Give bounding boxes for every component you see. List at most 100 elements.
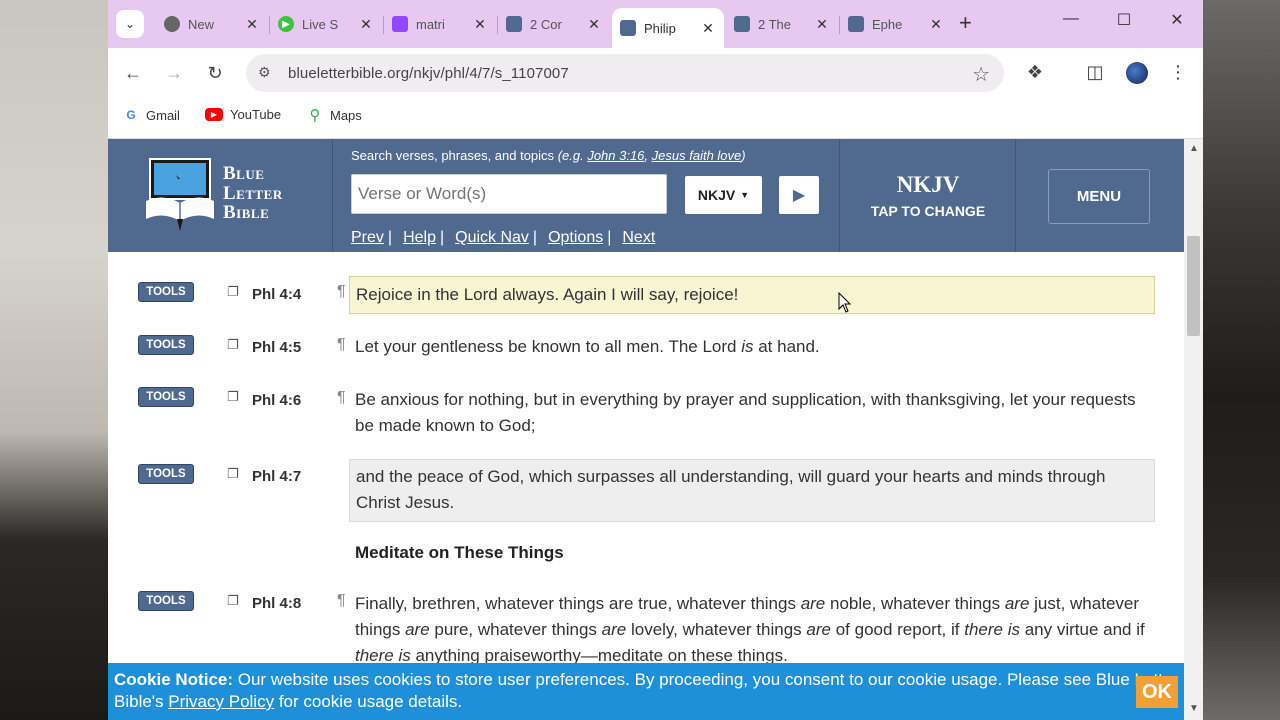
nav-divider: |: [607, 229, 612, 246]
background-left: [0, 0, 108, 720]
bookmark-star-icon[interactable]: ☆: [972, 62, 990, 87]
tab-title: New: [188, 16, 215, 32]
cookie-text: for cookie usage details.: [274, 692, 463, 711]
copy-icon[interactable]: ❐: [227, 337, 239, 353]
blb-icon: [734, 16, 750, 32]
scroll-up-arrow-icon[interactable]: ▲: [1189, 143, 1199, 154]
tab-title: 2 The: [758, 16, 792, 32]
version-changer[interactable]: NKJV TAP TO CHANGE: [839, 139, 1016, 252]
new-tab-plus-icon[interactable]: +: [959, 12, 972, 34]
verse-reference[interactable]: Phl 4:5: [252, 339, 301, 356]
copy-icon[interactable]: ❐: [227, 593, 239, 609]
address-bar[interactable]: ⚙ blueletterbible.org/nkjv/phl/4/7/s_110…: [246, 54, 1004, 92]
verse-reference[interactable]: Phl 4:7: [252, 468, 301, 485]
search-hint: Search verses, phrases, and topics (e.g.…: [351, 148, 746, 163]
maximize-icon[interactable]: ☐: [1110, 10, 1138, 30]
options-link[interactable]: Options: [548, 229, 603, 247]
copy-icon[interactable]: ❐: [227, 389, 239, 405]
example-link-jesus-faith-love[interactable]: Jesus faith love: [652, 148, 742, 163]
italic-word: are: [806, 620, 831, 639]
search-input[interactable]: [351, 174, 667, 214]
verse-text-span: Let your gentleness be known to all men.…: [355, 337, 742, 356]
tools-button[interactable]: TOOLS: [138, 591, 194, 611]
bookmark-label: Gmail: [146, 107, 180, 123]
close-window-icon[interactable]: ✕: [1163, 10, 1191, 30]
extensions-puzzle-icon[interactable]: ❖: [1023, 62, 1047, 83]
tab-new[interactable]: New ✕: [156, 8, 268, 40]
verse-text: Be anxious for nothing, but in everythin…: [349, 383, 1155, 443]
verse-list: TOOLS ❐ Phl 4:4 ¶ Rejoice in the Lord al…: [108, 252, 1184, 720]
close-icon[interactable]: ✕: [586, 16, 602, 33]
close-icon[interactable]: ✕: [472, 16, 488, 33]
bible-book-icon: [146, 158, 214, 231]
close-icon[interactable]: ✕: [928, 16, 944, 33]
verse-text-span: lovely, whatever things: [626, 620, 807, 639]
quick-nav-link[interactable]: Quick Nav: [455, 229, 529, 247]
search-go-button[interactable]: ▶: [779, 176, 819, 214]
web-page: Blue Letter Bible Search verses, phrases…: [108, 139, 1203, 720]
tab-title: Live S: [302, 16, 339, 32]
tools-button[interactable]: TOOLS: [138, 282, 194, 302]
help-link[interactable]: Help: [403, 229, 436, 247]
tab-title: Philip: [644, 20, 676, 36]
tab-live[interactable]: ▶ Live S ✕: [270, 8, 382, 40]
tools-label: TOOLS: [146, 468, 186, 480]
close-icon[interactable]: ✕: [244, 16, 260, 33]
site-info-icon[interactable]: ⚙: [258, 64, 271, 81]
close-icon[interactable]: ✕: [814, 16, 830, 33]
url-text: blueletterbible.org/nkjv/phl/4/7/s_11070…: [288, 65, 569, 82]
prev-link[interactable]: Prev: [351, 229, 384, 247]
tools-button[interactable]: TOOLS: [138, 464, 194, 484]
google-icon: G: [126, 108, 136, 122]
blb-icon: [848, 16, 864, 32]
reload-icon[interactable]: ↻: [203, 62, 227, 84]
tab-title: 2 Cor: [530, 16, 562, 32]
kebab-menu-icon[interactable]: ⋮: [1166, 62, 1190, 83]
logo-line: Blue: [223, 163, 265, 184]
bookmark-maps[interactable]: ⚲ Maps: [307, 107, 362, 124]
copy-icon[interactable]: ❐: [227, 284, 239, 300]
example-link-john[interactable]: John 3:16: [587, 148, 644, 163]
blb-logo[interactable]: Blue Letter Bible: [108, 139, 333, 252]
blb-icon: [620, 20, 636, 36]
scrollbar-thumb[interactable]: [1187, 236, 1200, 336]
close-icon[interactable]: ✕: [358, 16, 374, 33]
verse-reference[interactable]: Phl 4:4: [252, 286, 301, 303]
side-panel-icon[interactable]: ◫: [1083, 62, 1107, 83]
eg-separator: ,: [644, 148, 652, 163]
tab-ephesians[interactable]: Ephe ✕: [840, 8, 952, 40]
tab-philippians[interactable]: Philip ✕: [612, 8, 724, 48]
forward-arrow-icon[interactable]: →: [162, 62, 186, 84]
scroll-down-arrow-icon[interactable]: ▼: [1189, 703, 1199, 714]
minimize-icon[interactable]: —: [1057, 10, 1085, 28]
tab-2-thessalonians[interactable]: 2 The ✕: [726, 8, 838, 40]
version-select[interactable]: NKJV ▼: [685, 176, 762, 214]
verse-reference[interactable]: Phl 4:8: [252, 595, 301, 612]
tools-button[interactable]: TOOLS: [138, 387, 194, 407]
bookmark-youtube[interactable]: ▶ YouTube: [205, 107, 281, 122]
version-tap-label: TAP TO CHANGE: [870, 203, 986, 219]
bookmark-gmail[interactable]: G Gmail: [123, 107, 180, 123]
version-name: NKJV: [896, 172, 960, 197]
tab-search-button[interactable]: ⌄: [116, 10, 144, 38]
cookie-notice: Cookie Notice: Our website uses cookies …: [108, 663, 1184, 720]
menu-button[interactable]: MENU: [1048, 169, 1150, 224]
back-arrow-icon[interactable]: ←: [121, 62, 145, 84]
cookie-ok-button[interactable]: OK: [1136, 676, 1178, 708]
privacy-policy-link[interactable]: Privacy Policy: [168, 692, 274, 711]
cookie-title: Cookie Notice:: [114, 670, 234, 689]
tools-label: TOOLS: [146, 339, 186, 351]
next-link[interactable]: Next: [622, 229, 655, 247]
browser-window: ⌄ New ✕ ▶ Live S ✕ matri ✕ 2 Cor ✕ Phili…: [108, 0, 1203, 720]
profile-avatar[interactable]: [1126, 62, 1148, 84]
tools-button[interactable]: TOOLS: [138, 335, 194, 355]
tab-twitch[interactable]: matri ✕: [384, 8, 496, 40]
tools-label: TOOLS: [146, 286, 186, 298]
youtube-icon: ▶: [205, 108, 223, 121]
copy-icon[interactable]: ❐: [227, 466, 239, 482]
nav-divider: |: [532, 229, 538, 246]
verse-reference[interactable]: Phl 4:6: [252, 392, 301, 409]
scrollbar[interactable]: ▲ ▼: [1184, 139, 1203, 720]
close-icon[interactable]: ✕: [700, 20, 716, 37]
tab-2-corinthians[interactable]: 2 Cor ✕: [498, 8, 610, 40]
